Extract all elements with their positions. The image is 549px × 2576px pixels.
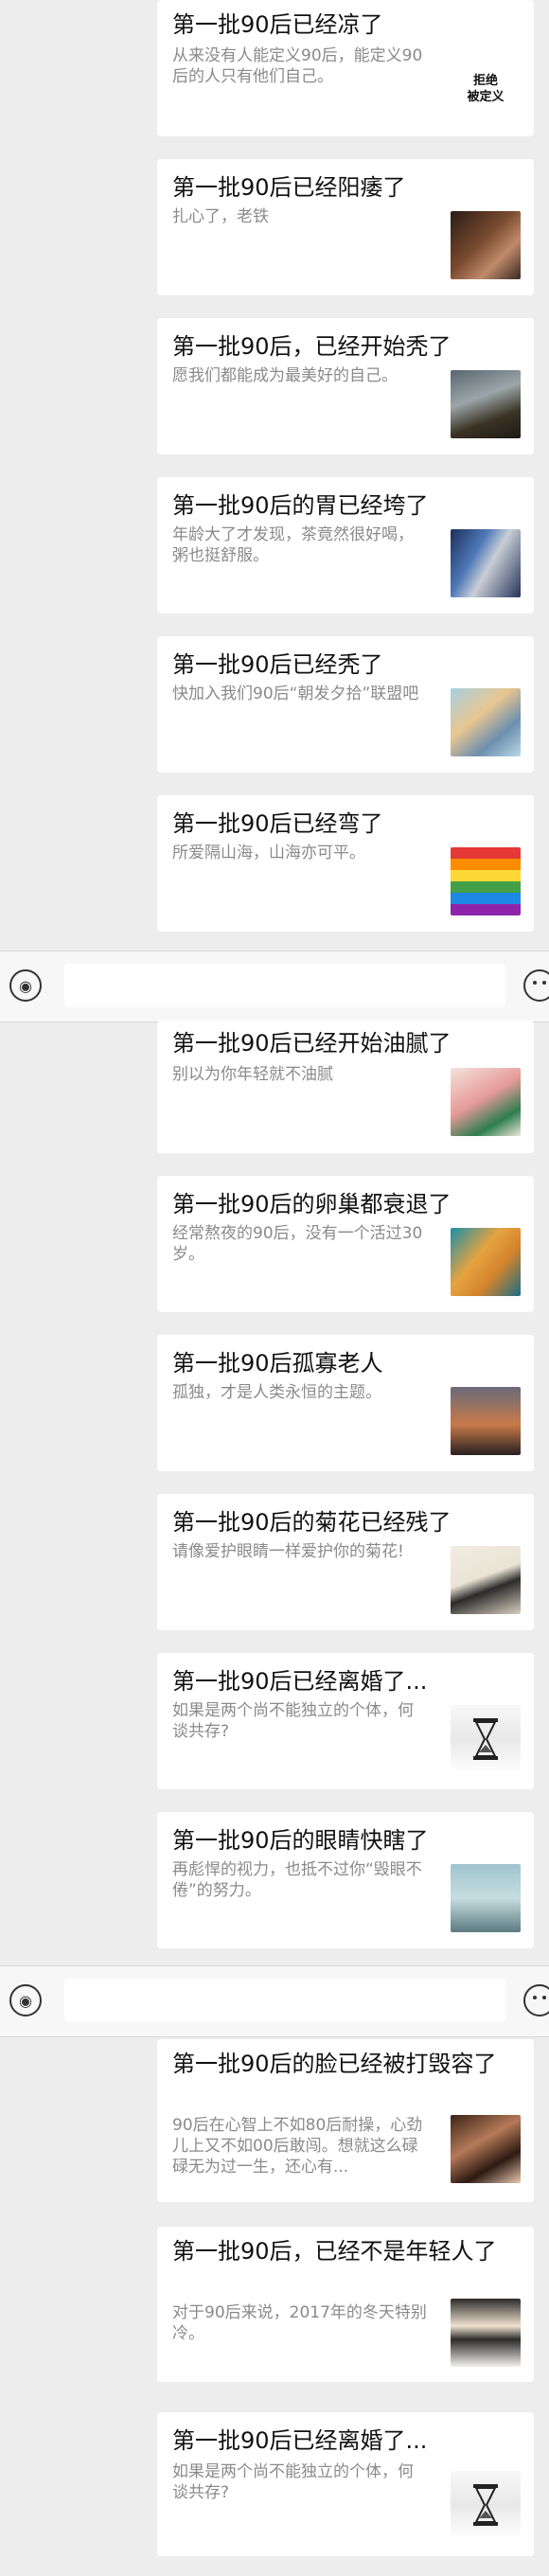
article-title: 第一批90后已经离婚了...: [172, 1668, 428, 1695]
photo-thumbnail-icon: [451, 1864, 521, 1932]
article-title: 第一批90后已经离婚了...: [172, 2427, 428, 2454]
emoji-icon[interactable]: [523, 969, 549, 1002]
article-title: 第一批90后，已经开始秃了: [172, 333, 452, 360]
article-desc: 90后在心智上不如80后耐操，心劲儿上又不如00后敢闯。想就这么碌碌无为过一生，…: [172, 2116, 423, 2176]
sunset-photo-icon: [451, 1387, 521, 1455]
article-title: 第一批90后已经阳痿了: [172, 174, 406, 201]
text-cover-icon: 拒绝 被定义: [467, 74, 505, 104]
article-desc: 孤独，才是人类永恒的主题。: [172, 1383, 381, 1402]
voice-icon[interactable]: ◉: [9, 969, 42, 1002]
article-title: 第一批90后已经秃了: [172, 651, 383, 678]
article-card[interactable]: 第一批90后已经凉了 从来没有人能定义90后，能定义90后的人只有他们自己。 拒…: [157, 0, 534, 136]
rainbow-flag-icon: [451, 847, 521, 915]
article-title: 第一批90后已经凉了: [172, 11, 383, 38]
article-desc: 别以为你年轻就不油腻: [172, 1065, 333, 1084]
article-desc: 扎心了，老铁: [172, 207, 269, 226]
article-card[interactable]: 第一批90后已经阳痿了 扎心了，老铁: [157, 159, 534, 295]
article-desc: 从来没有人能定义90后，能定义90后的人只有他们自己。: [172, 46, 423, 86]
article-card[interactable]: 第一批90后已经秃了 快加入我们90后“朝发夕拾”联盟吧: [157, 636, 534, 773]
article-title: 第一批90后，已经不是年轻人了: [172, 2238, 497, 2265]
article-desc: 所爱隔山海，山海亦可平。: [172, 844, 365, 862]
voice-icon[interactable]: ◉: [9, 1984, 42, 2016]
article-title: 第一批90后的脸已经被打毁容了: [172, 2051, 497, 2077]
article-card[interactable]: 第一批90后已经离婚了... 如果是两个尚不能独立的个体，何谈共存?: [157, 2412, 534, 2556]
article-desc: 如果是两个尚不能独立的个体，何谈共存?: [172, 2462, 414, 2502]
photo-thumbnail-icon: [451, 370, 521, 438]
article-desc: 再彪悍的视力，也抵不过你“毁眼不倦”的努力。: [172, 1860, 422, 1900]
cartoon-thumbnail-icon: [451, 688, 521, 756]
illustration-thumbnail-icon: [451, 1546, 521, 1614]
article-card[interactable]: 第一批90后已经开始油腻了 别以为你年轻就不油腻: [157, 1021, 534, 1153]
emoji-icon[interactable]: [523, 1984, 549, 2016]
article-card[interactable]: 第一批90后孤寡老人 孤独，才是人类永恒的主题。: [157, 1335, 534, 1471]
article-desc: 快加入我们90后“朝发夕拾”联盟吧: [172, 684, 419, 703]
message-input[interactable]: [64, 1979, 505, 2022]
chat-input-bar: ◉: [0, 1965, 549, 2037]
hourglass-icon: [451, 1705, 521, 1773]
article-title: 第一批90后的卵巢都衰退了: [172, 1191, 452, 1217]
article-card[interactable]: 第一批90后的眼睛快瞎了 再彪悍的视力，也抵不过你“毁眼不倦”的努力。: [157, 1812, 534, 1948]
illustration-thumbnail-icon: [451, 1068, 521, 1136]
article-card[interactable]: 第一批90后已经离婚了... 如果是两个尚不能独立的个体，何谈共存?: [157, 1653, 534, 1789]
article-card[interactable]: 第一批90后的脸已经被打毁容了 90后在心智上不如80后耐操，心劲儿上又不如00…: [157, 2039, 534, 2202]
article-title: 第一批90后孤寡老人: [172, 1350, 383, 1377]
chat-input-bar: ◉: [0, 950, 549, 1022]
article-desc: 愿我们都能成为最美好的自己。: [172, 366, 398, 385]
article-desc: 年龄大了才发现，茶竟然很好喝，粥也挺舒服。: [172, 525, 414, 565]
cartoon-thumbnail-icon: [451, 1228, 521, 1296]
article-desc: 经常熬夜的90后，没有一个活过30岁。: [172, 1224, 423, 1264]
article-card[interactable]: 第一批90后的胃已经垮了 年龄大了才发现，茶竟然很好喝，粥也挺舒服。: [157, 477, 534, 613]
article-card[interactable]: 第一批90后，已经不是年轻人了 对于90后来说，2017年的冬天特别冷。: [157, 2227, 534, 2382]
article-desc: 请像爱护眼睛一样爱护你的菊花!: [172, 1542, 404, 1561]
article-card[interactable]: 第一批90后，已经开始秃了 愿我们都能成为最美好的自己。: [157, 318, 534, 454]
message-input[interactable]: [64, 964, 505, 1007]
article-title: 第一批90后的眼睛快瞎了: [172, 1827, 429, 1854]
article-card[interactable]: 第一批90后已经弯了 所爱隔山海，山海亦可平。: [157, 795, 534, 932]
article-title: 第一批90后的菊花已经残了: [172, 1509, 452, 1536]
illustration-thumbnail-icon: [451, 529, 521, 597]
article-title: 第一批90后的胃已经垮了: [172, 492, 429, 519]
article-thumbnail: 拒绝 被定义: [451, 55, 521, 123]
hourglass-icon: [451, 2471, 521, 2539]
portrait-photo-icon: [451, 2299, 521, 2367]
article-title: 第一批90后已经弯了: [172, 810, 383, 837]
portrait-photo-icon: [451, 2115, 521, 2183]
article-card[interactable]: 第一批90后的菊花已经残了 请像爱护眼睛一样爱护你的菊花!: [157, 1494, 534, 1630]
article-desc: 如果是两个尚不能独立的个体，何谈共存?: [172, 1701, 414, 1741]
article-desc: 对于90后来说，2017年的冬天特别冷。: [172, 2303, 427, 2343]
photo-thumbnail-icon: [451, 211, 521, 279]
article-card[interactable]: 第一批90后的卵巢都衰退了 经常熬夜的90后，没有一个活过30岁。: [157, 1176, 534, 1312]
article-title: 第一批90后已经开始油腻了: [172, 1030, 452, 1057]
